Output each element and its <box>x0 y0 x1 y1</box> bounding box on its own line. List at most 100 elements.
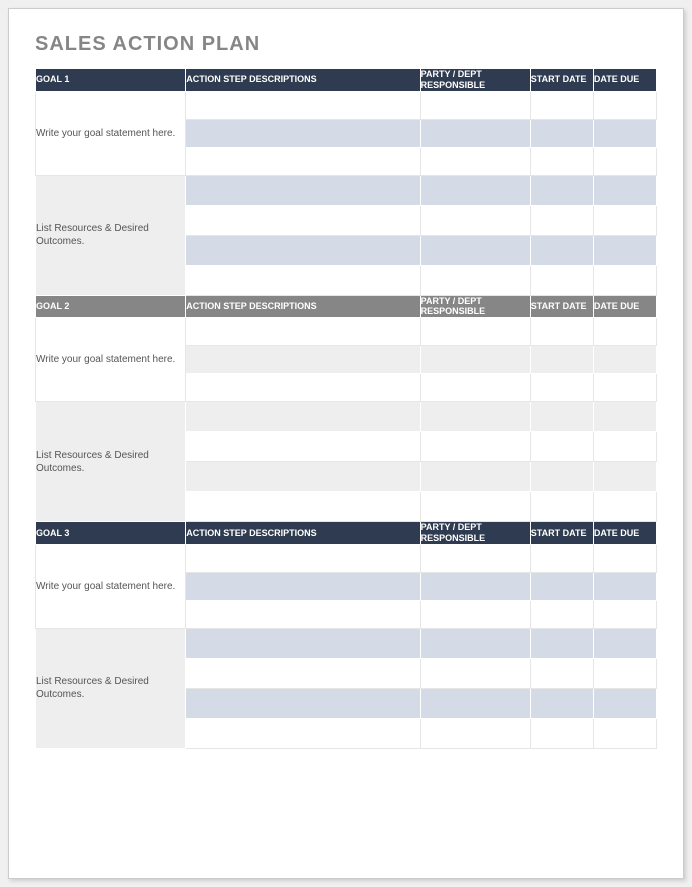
cell-start[interactable] <box>530 600 593 628</box>
cell-due[interactable] <box>593 346 656 374</box>
cell-party[interactable] <box>420 265 530 295</box>
cell-party[interactable] <box>420 175 530 205</box>
cell-action[interactable] <box>186 175 420 205</box>
cell-party[interactable] <box>420 147 530 175</box>
cell-action[interactable] <box>186 492 420 522</box>
cell-action[interactable] <box>186 572 420 600</box>
cell-action[interactable] <box>186 318 420 346</box>
cell-action[interactable] <box>186 432 420 462</box>
table-row: List Resources & Desired Outcomes. <box>36 402 657 432</box>
page-title: SALES ACTION PLAN <box>35 33 657 56</box>
cell-start[interactable] <box>530 544 593 572</box>
cell-due[interactable] <box>593 628 656 658</box>
cell-due[interactable] <box>593 374 656 402</box>
cell-party[interactable] <box>420 402 530 432</box>
cell-due[interactable] <box>593 205 656 235</box>
cell-action[interactable] <box>186 205 420 235</box>
cell-action[interactable] <box>186 600 420 628</box>
col-start: START DATE <box>530 69 593 92</box>
cell-action[interactable] <box>186 718 420 748</box>
cell-start[interactable] <box>530 658 593 688</box>
cell-due[interactable] <box>593 265 656 295</box>
cell-due[interactable] <box>593 492 656 522</box>
cell-start[interactable] <box>530 147 593 175</box>
cell-due[interactable] <box>593 119 656 147</box>
cell-party[interactable] <box>420 544 530 572</box>
cell-start[interactable] <box>530 374 593 402</box>
cell-party[interactable] <box>420 318 530 346</box>
cell-start[interactable] <box>530 318 593 346</box>
cell-start[interactable] <box>530 462 593 492</box>
cell-start[interactable] <box>530 688 593 718</box>
cell-action[interactable] <box>186 688 420 718</box>
cell-party[interactable] <box>420 91 530 119</box>
col-due: DATE DUE <box>593 522 656 545</box>
cell-party[interactable] <box>420 658 530 688</box>
goal-3-label: GOAL 3 <box>36 522 186 545</box>
document-page: SALES ACTION PLAN GOAL 1 ACTION STEP DES… <box>8 8 684 879</box>
cell-party[interactable] <box>420 235 530 265</box>
cell-party[interactable] <box>420 718 530 748</box>
cell-action[interactable] <box>186 147 420 175</box>
cell-start[interactable] <box>530 402 593 432</box>
cell-action[interactable] <box>186 628 420 658</box>
cell-party[interactable] <box>420 346 530 374</box>
cell-start[interactable] <box>530 91 593 119</box>
goal-3-resources[interactable]: List Resources & Desired Outcomes. <box>36 628 186 748</box>
cell-start[interactable] <box>530 432 593 462</box>
cell-start[interactable] <box>530 119 593 147</box>
cell-action[interactable] <box>186 91 420 119</box>
cell-action[interactable] <box>186 658 420 688</box>
cell-due[interactable] <box>593 318 656 346</box>
cell-due[interactable] <box>593 147 656 175</box>
cell-action[interactable] <box>186 374 420 402</box>
cell-start[interactable] <box>530 572 593 600</box>
cell-due[interactable] <box>593 175 656 205</box>
cell-party[interactable] <box>420 374 530 402</box>
cell-start[interactable] <box>530 492 593 522</box>
goal-1-header-row: GOAL 1 ACTION STEP DESCRIPTIONS PARTY / … <box>36 69 657 92</box>
col-start: START DATE <box>530 295 593 318</box>
cell-start[interactable] <box>530 718 593 748</box>
cell-due[interactable] <box>593 91 656 119</box>
cell-due[interactable] <box>593 600 656 628</box>
goal-2-statement[interactable]: Write your goal statement here. <box>36 318 186 402</box>
cell-action[interactable] <box>186 119 420 147</box>
cell-party[interactable] <box>420 462 530 492</box>
cell-party[interactable] <box>420 205 530 235</box>
cell-due[interactable] <box>593 688 656 718</box>
cell-action[interactable] <box>186 235 420 265</box>
cell-due[interactable] <box>593 544 656 572</box>
cell-action[interactable] <box>186 265 420 295</box>
cell-action[interactable] <box>186 462 420 492</box>
cell-start[interactable] <box>530 175 593 205</box>
cell-due[interactable] <box>593 718 656 748</box>
cell-party[interactable] <box>420 492 530 522</box>
cell-start[interactable] <box>530 346 593 374</box>
cell-party[interactable] <box>420 688 530 718</box>
cell-party[interactable] <box>420 600 530 628</box>
cell-action[interactable] <box>186 544 420 572</box>
cell-due[interactable] <box>593 572 656 600</box>
cell-due[interactable] <box>593 235 656 265</box>
cell-due[interactable] <box>593 658 656 688</box>
goal-1-resources[interactable]: List Resources & Desired Outcomes. <box>36 175 186 295</box>
cell-action[interactable] <box>186 346 420 374</box>
goal-2-resources[interactable]: List Resources & Desired Outcomes. <box>36 402 186 522</box>
cell-due[interactable] <box>593 402 656 432</box>
cell-start[interactable] <box>530 628 593 658</box>
col-action: ACTION STEP DESCRIPTIONS <box>186 522 420 545</box>
goal-3-statement[interactable]: Write your goal statement here. <box>36 544 186 628</box>
cell-party[interactable] <box>420 628 530 658</box>
cell-start[interactable] <box>530 265 593 295</box>
cell-party[interactable] <box>420 432 530 462</box>
cell-due[interactable] <box>593 462 656 492</box>
cell-party[interactable] <box>420 119 530 147</box>
goal-2-label: GOAL 2 <box>36 295 186 318</box>
cell-start[interactable] <box>530 205 593 235</box>
cell-action[interactable] <box>186 402 420 432</box>
cell-due[interactable] <box>593 432 656 462</box>
goal-1-statement[interactable]: Write your goal statement here. <box>36 91 186 175</box>
cell-party[interactable] <box>420 572 530 600</box>
cell-start[interactable] <box>530 235 593 265</box>
